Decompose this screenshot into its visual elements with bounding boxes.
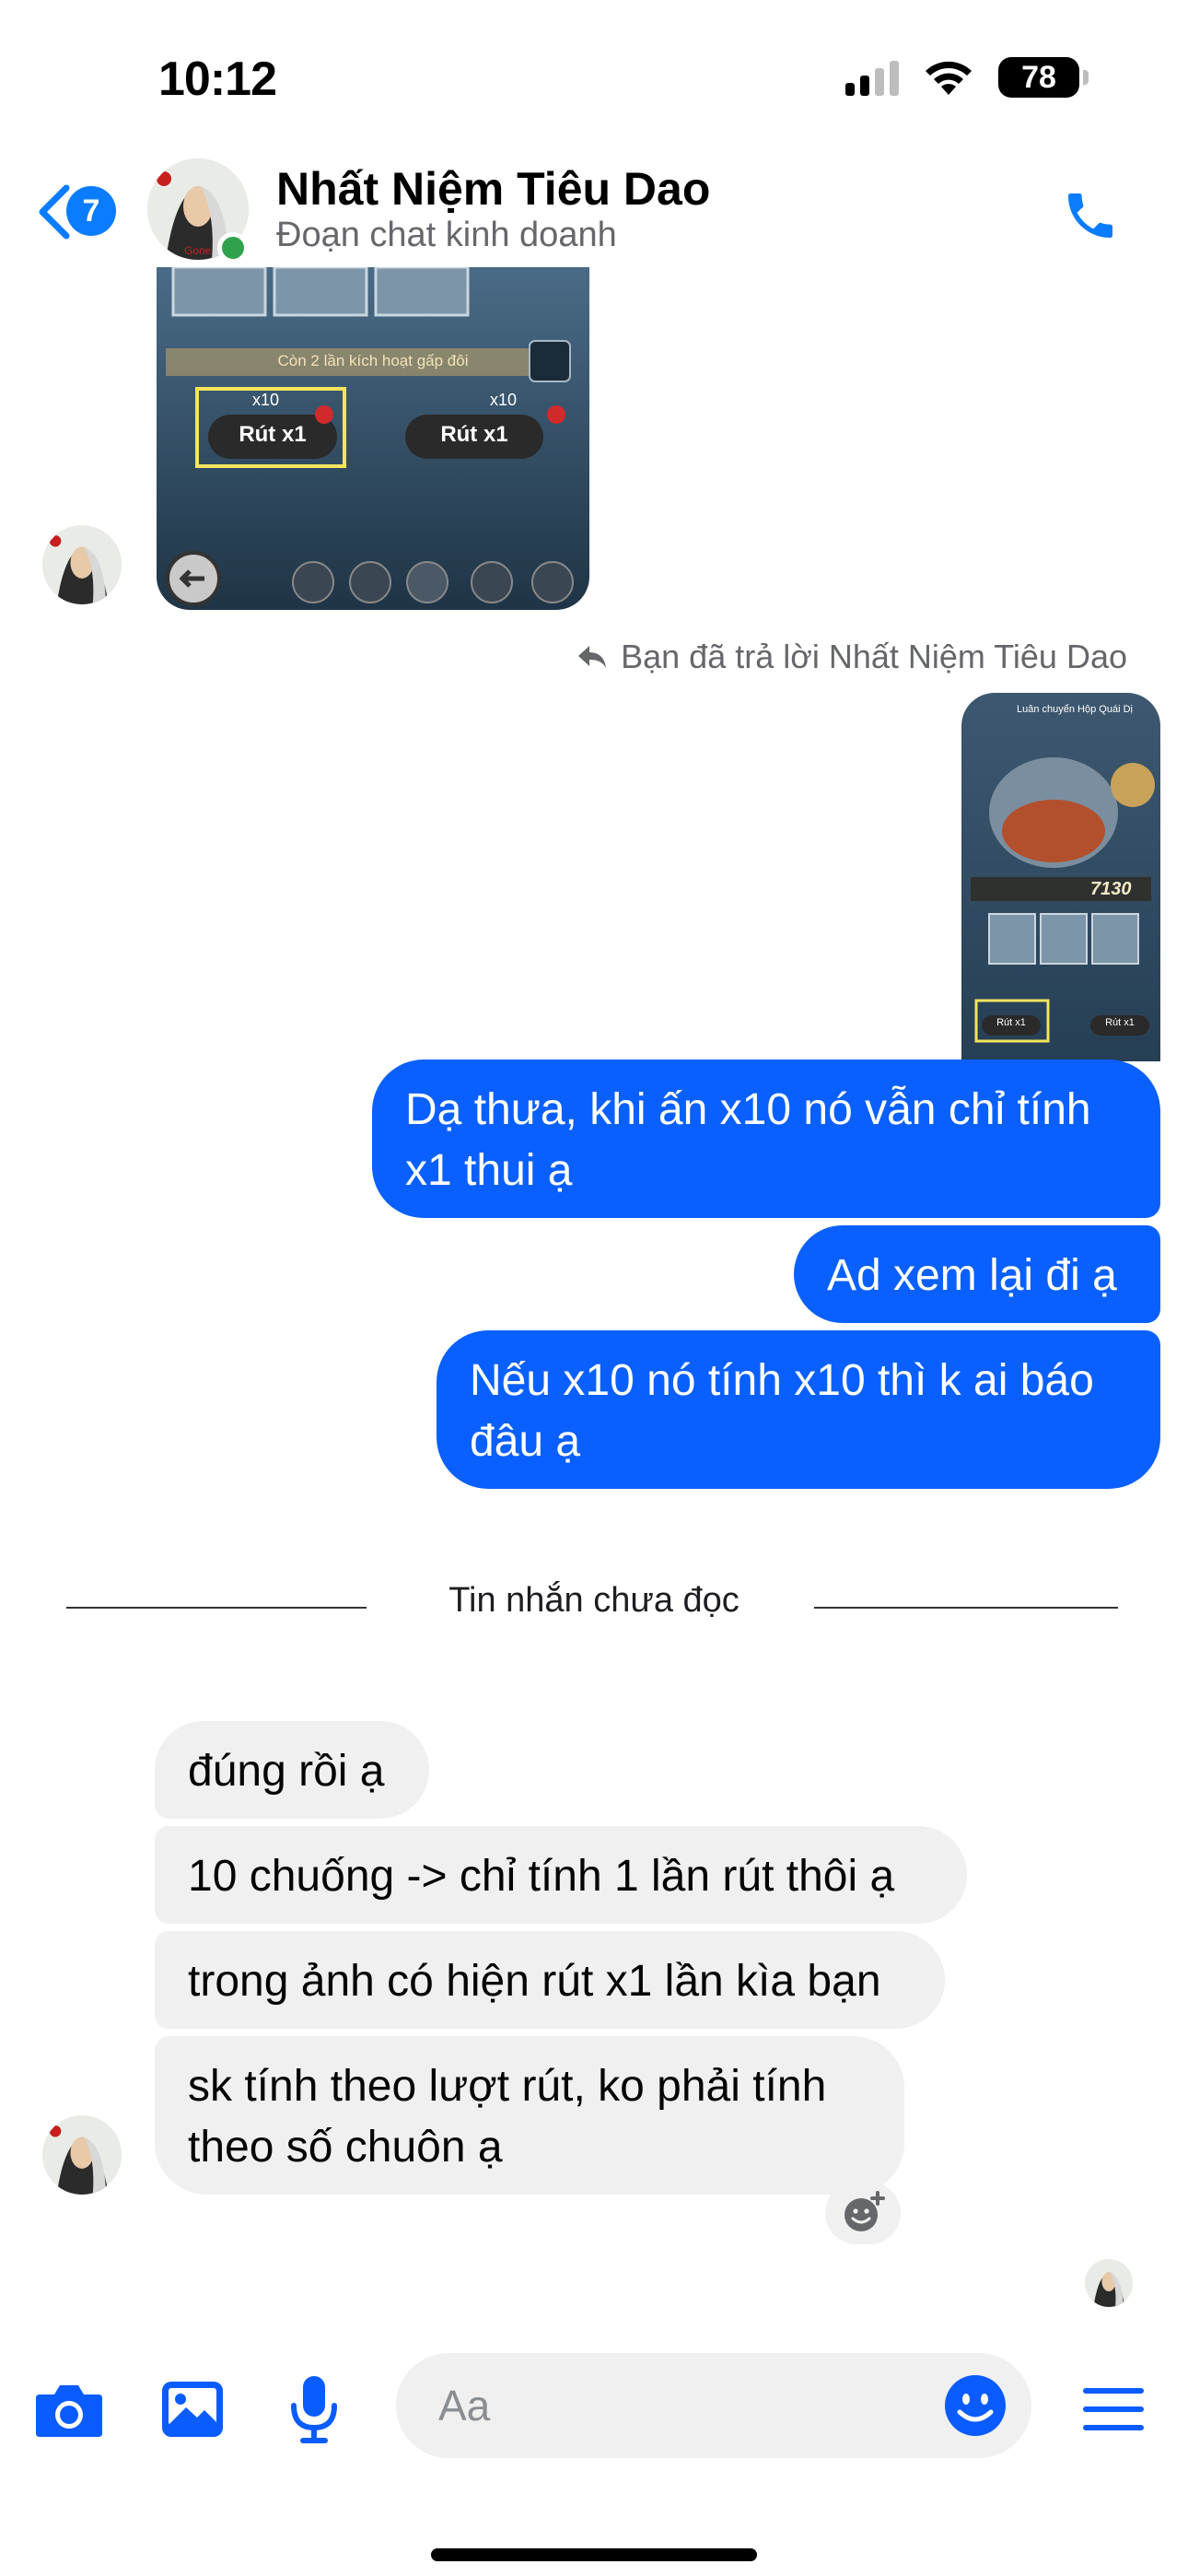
message-line: 10 chuống -> chỉ tính 1 lần rút thôi ạ <box>188 1852 895 1901</box>
microphone-icon <box>291 2376 337 2443</box>
message-line: sk tính theo lượt rút, ko phải tính <box>188 2062 827 2111</box>
cellular-signal-icon <box>845 59 899 96</box>
replied-image-button-left: Rút x1 <box>996 1017 1026 1028</box>
message-line: theo số chuôn ạ <box>188 2123 503 2172</box>
replied-image-count: 7130 <box>1090 879 1132 899</box>
incoming-message[interactable]: trong ảnh có hiện rút x1 lần kìa bạn <box>155 1931 945 2029</box>
image-button-right: Rút x1 <box>440 422 508 447</box>
phone-icon <box>1068 193 1112 238</box>
replied-image-button-right: Rút x1 <box>1105 1017 1135 1028</box>
chat-header: 7 Gone Nhất Niệm Tiêu Dao Đoạn chat kinh… <box>0 147 1188 276</box>
message-line: Ad xem lại đi ạ <box>827 1251 1117 1300</box>
contact-name[interactable]: Nhất Niệm Tiêu Dao <box>276 162 710 216</box>
message-input-box[interactable] <box>396 2353 1031 2458</box>
sender-avatar[interactable] <box>42 525 122 604</box>
battery-level: 78 <box>1021 59 1056 95</box>
message-line: x1 thui ạ <box>405 1146 573 1195</box>
message-composer <box>0 2353 1188 2464</box>
status-time: 10:12 <box>158 53 277 106</box>
hamburger-menu-icon <box>1083 2388 1144 2430</box>
camera-button[interactable] <box>28 2368 111 2451</box>
reply-arrow-icon <box>578 646 607 668</box>
voice-message-button[interactable] <box>273 2368 355 2451</box>
emoji-button[interactable] <box>936 2366 1015 2445</box>
emoji-icon <box>945 2375 1006 2436</box>
photo-icon <box>162 2382 223 2437</box>
incoming-message[interactable]: 10 chuống -> chỉ tính 1 lần rút thôi ạ <box>155 1826 967 1924</box>
status-icons: 78 <box>845 57 1089 98</box>
gallery-button[interactable] <box>151 2368 234 2451</box>
replied-image[interactable]: Luân chuyển Hộp Quái Dị 7130 Rút x1 Rút … <box>961 693 1160 1061</box>
camera-icon <box>36 2385 102 2437</box>
incoming-message[interactable]: sk tính theo lượt rút, ko phải tính theo… <box>155 2036 904 2195</box>
message-line: đúng rồi ạ <box>188 1747 385 1796</box>
outgoing-message[interactable]: Ad xem lại đi ạ <box>794 1225 1160 1323</box>
seen-receipt-avatar <box>1085 2259 1133 2307</box>
incoming-message[interactable]: đúng rồi ạ <box>155 1721 429 1819</box>
message-line: Dạ thưa, khi ấn x10 nó vẫn chỉ tính <box>405 1085 1091 1134</box>
message-line: Nếu x10 nó tính x10 thì k ai báo <box>470 1356 1094 1405</box>
add-reaction-button[interactable] <box>825 2182 901 2244</box>
wifi-icon <box>926 61 972 95</box>
back-button[interactable]: 7 <box>35 175 127 249</box>
online-status-dot <box>217 232 249 263</box>
divider-line-right <box>814 1607 1118 1609</box>
home-indicator[interactable] <box>431 2548 757 2561</box>
image-multiplier-right: x10 <box>490 391 518 409</box>
message-input[interactable] <box>438 2379 917 2432</box>
image-banner-text: Còn 2 lần kích hoạt gấp đôi <box>277 352 469 369</box>
reply-indicator: Bạn đã trả lời Nhất Niệm Tiêu Dao <box>577 638 1127 676</box>
received-image[interactable]: Còn 2 lần kích hoạt gấp đôi x10 x10 Rút … <box>157 267 589 610</box>
call-button[interactable] <box>1054 179 1127 252</box>
smiley-plus-icon <box>844 2191 885 2231</box>
image-button-left: Rút x1 <box>239 422 307 447</box>
outgoing-message[interactable]: Dạ thưa, khi ấn x10 nó vẫn chỉ tính x1 t… <box>372 1060 1160 1218</box>
message-line: đâu ạ <box>470 1417 581 1466</box>
menu-button[interactable] <box>1072 2368 1155 2451</box>
image-multiplier-left: x10 <box>252 391 280 409</box>
sender-avatar[interactable] <box>42 2115 122 2195</box>
unread-badge: 7 <box>66 186 116 236</box>
reply-note-text: Bạn đã trả lời Nhất Niệm Tiêu Dao <box>621 638 1127 675</box>
battery-icon: 78 <box>998 57 1089 98</box>
outgoing-message[interactable]: Nếu x10 nó tính x10 thì k ai báo đâu ạ <box>437 1330 1160 1489</box>
replied-image-title: Luân chuyển Hộp Quái Dị <box>1017 704 1133 715</box>
svg-text:Gone: Gone <box>184 244 212 257</box>
unread-divider-label: Tin nhắn chưa đọc <box>448 1581 740 1620</box>
chat-type-label: Đoạn chat kinh doanh <box>276 216 617 254</box>
message-line: trong ảnh có hiện rút x1 lần kìa bạn <box>188 1957 881 2006</box>
